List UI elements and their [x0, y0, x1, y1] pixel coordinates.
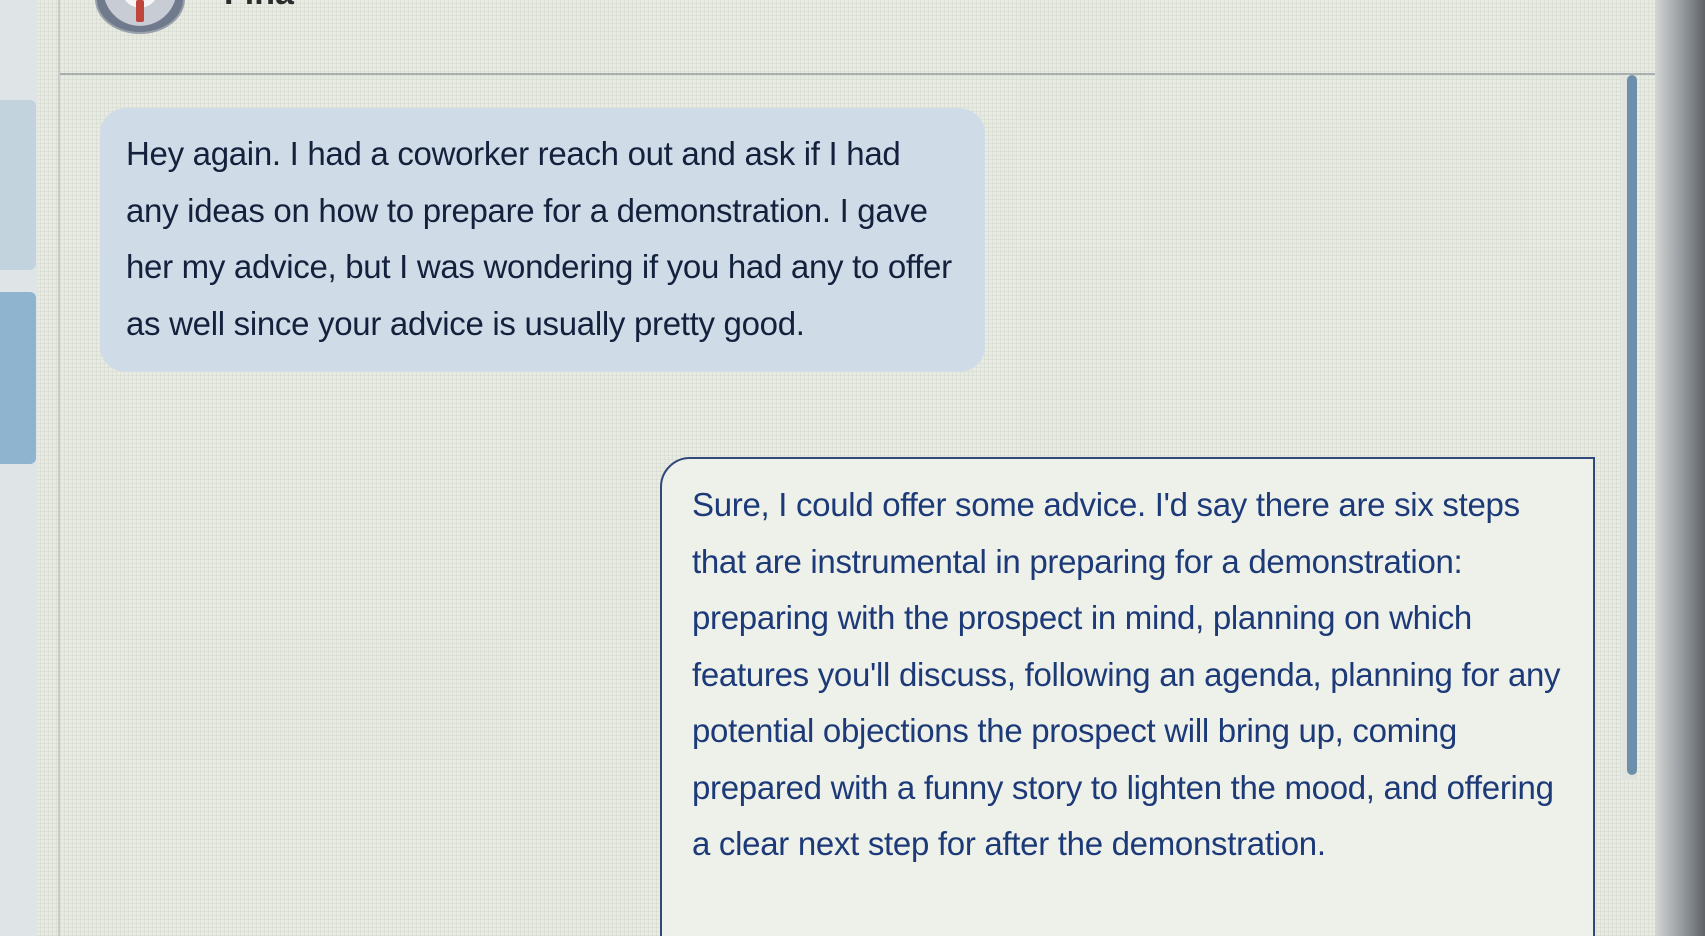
sidebar-item-active[interactable]: [0, 292, 36, 464]
chat-window: Fina Hey again. I had a coworker reach o…: [0, 0, 1705, 936]
window-edge: [1655, 0, 1705, 936]
assistant-message-text: Sure, I could offer some advice. I'd say…: [692, 486, 1561, 862]
user-message-text: Hey again. I had a coworker reach out an…: [126, 135, 952, 342]
app-sidebar: [0, 0, 38, 936]
user-message-bubble: Hey again. I had a coworker reach out an…: [100, 108, 985, 372]
contact-name: Fina: [224, 0, 294, 13]
assistant-message-bubble: Sure, I could offer some advice. I'd say…: [660, 457, 1595, 936]
avatar-accent: [136, 0, 144, 22]
sidebar-item[interactable]: [0, 100, 36, 270]
scrollbar-thumb[interactable]: [1627, 75, 1637, 775]
message-list: Hey again. I had a coworker reach out an…: [60, 75, 1655, 936]
